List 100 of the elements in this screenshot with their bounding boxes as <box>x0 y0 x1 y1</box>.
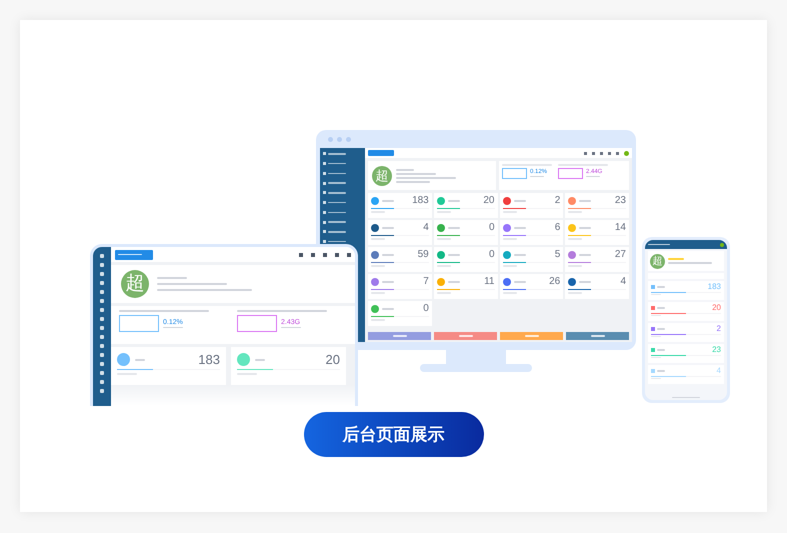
menu-icon[interactable] <box>100 263 104 267</box>
stat-value: 5 <box>554 250 560 260</box>
blurred-text-line <box>579 281 592 283</box>
blurred-text-line <box>668 262 712 264</box>
blurred-text-line <box>328 172 346 174</box>
blurred-text-line <box>657 370 665 372</box>
avatar: 超 <box>372 166 392 186</box>
menu-icon[interactable] <box>100 353 104 357</box>
stat-value: 2 <box>554 196 560 206</box>
menu-icon[interactable] <box>100 389 104 393</box>
blurred-text-line <box>651 336 661 337</box>
menu-icon[interactable] <box>100 272 104 276</box>
blurred-text-line <box>328 221 346 223</box>
stat-value: 4 <box>716 367 721 375</box>
menu-icon[interactable] <box>100 299 104 303</box>
usage-chart <box>502 168 527 178</box>
blurred-text-line <box>657 328 665 330</box>
blurred-text-line <box>590 335 604 337</box>
toolbar-icon[interactable] <box>616 152 619 154</box>
stat-value: 26 <box>549 277 560 287</box>
blurred-text-line <box>328 182 346 184</box>
blurred-text-line <box>255 358 265 360</box>
blurred-text-line <box>328 153 346 155</box>
stat-value: 2 <box>716 325 721 333</box>
menu-icon <box>323 162 326 166</box>
stat-value: 20 <box>326 353 340 366</box>
blurred-text-line <box>382 227 394 229</box>
menu-icon <box>323 182 326 185</box>
blurred-text-line <box>651 357 661 358</box>
blurred-text-line <box>657 307 665 309</box>
toolbar-icon[interactable] <box>600 152 603 154</box>
stat-value: 183 <box>708 283 721 291</box>
blurred-text-line <box>657 286 665 288</box>
blurred-text-line <box>448 227 460 229</box>
blurred-text-line <box>448 200 460 202</box>
blurred-text-line <box>579 200 592 202</box>
user-avatar-icon[interactable] <box>624 150 629 156</box>
blurred-text-line <box>382 254 394 256</box>
menu-icon[interactable] <box>100 326 104 330</box>
blurred-text-line <box>392 335 406 337</box>
stat-value: 4 <box>620 277 626 287</box>
blurred-text-line <box>328 240 346 242</box>
tab[interactable] <box>115 250 153 260</box>
action-button[interactable] <box>368 332 431 340</box>
menu-icon[interactable] <box>100 380 104 384</box>
menu-icon <box>323 220 326 224</box>
blurred-text-line <box>458 335 472 337</box>
menu-icon[interactable] <box>100 254 104 258</box>
stat-value: 7 <box>423 277 429 287</box>
stat-value: 0 <box>423 304 429 314</box>
blurred-text-line <box>651 294 661 295</box>
menu-icon[interactable] <box>100 335 104 339</box>
blurred-text-line <box>448 254 460 256</box>
stat-value: 0 <box>488 250 494 260</box>
toolbar-icon[interactable] <box>323 252 327 256</box>
blurred-text-line <box>328 202 346 204</box>
toolbar-icon[interactable] <box>335 252 339 256</box>
menu-icon <box>323 210 326 214</box>
usage-chart <box>237 314 277 332</box>
stat-value: 23 <box>614 196 626 206</box>
blurred-text-line <box>514 200 526 202</box>
showcase-button[interactable]: 后台页面展示 <box>304 412 484 457</box>
toolbar-icon[interactable] <box>584 152 587 154</box>
user-avatar-icon[interactable] <box>720 242 724 246</box>
menu-icon[interactable] <box>100 290 104 294</box>
blurred-text-line <box>514 227 526 229</box>
menu-icon <box>323 230 326 234</box>
menu-icon[interactable] <box>100 362 104 366</box>
menu-icon[interactable] <box>100 308 104 312</box>
blurred-text-line <box>668 258 684 260</box>
toolbar-icon[interactable] <box>311 252 315 256</box>
menu-icon[interactable] <box>100 317 104 321</box>
blurred-text-line <box>328 192 346 194</box>
blurred-text-line <box>281 326 301 328</box>
action-button[interactable] <box>434 332 497 340</box>
blurred-text-line <box>382 200 394 202</box>
toolbar-icon[interactable] <box>592 152 595 154</box>
toolbar-icon[interactable] <box>347 252 351 256</box>
blurred-text-line <box>396 172 436 174</box>
stat-value: 0 <box>488 223 494 233</box>
blurred-text-line <box>648 244 670 246</box>
toolbar-icon[interactable] <box>299 252 303 256</box>
menu-icon <box>323 152 326 156</box>
stat-value: 14 <box>614 223 626 233</box>
blurred-text-line <box>135 358 145 360</box>
blurred-text-line <box>382 281 394 283</box>
menu-icon[interactable] <box>100 371 104 375</box>
blurred-text-line <box>328 212 346 214</box>
menu-icon[interactable] <box>100 281 104 285</box>
menu-icon[interactable] <box>100 344 104 348</box>
toolbar-icon[interactable] <box>608 152 611 154</box>
action-button[interactable] <box>500 332 563 340</box>
stat-value: 183 <box>198 353 220 366</box>
usage-chart <box>119 314 159 332</box>
action-button[interactable] <box>566 332 629 340</box>
blurred-text-line <box>651 315 661 316</box>
stat-value: 59 <box>418 250 429 260</box>
blurred-text-line <box>382 308 394 310</box>
blurred-text-line <box>651 378 661 379</box>
blurred-text-line <box>163 326 183 328</box>
